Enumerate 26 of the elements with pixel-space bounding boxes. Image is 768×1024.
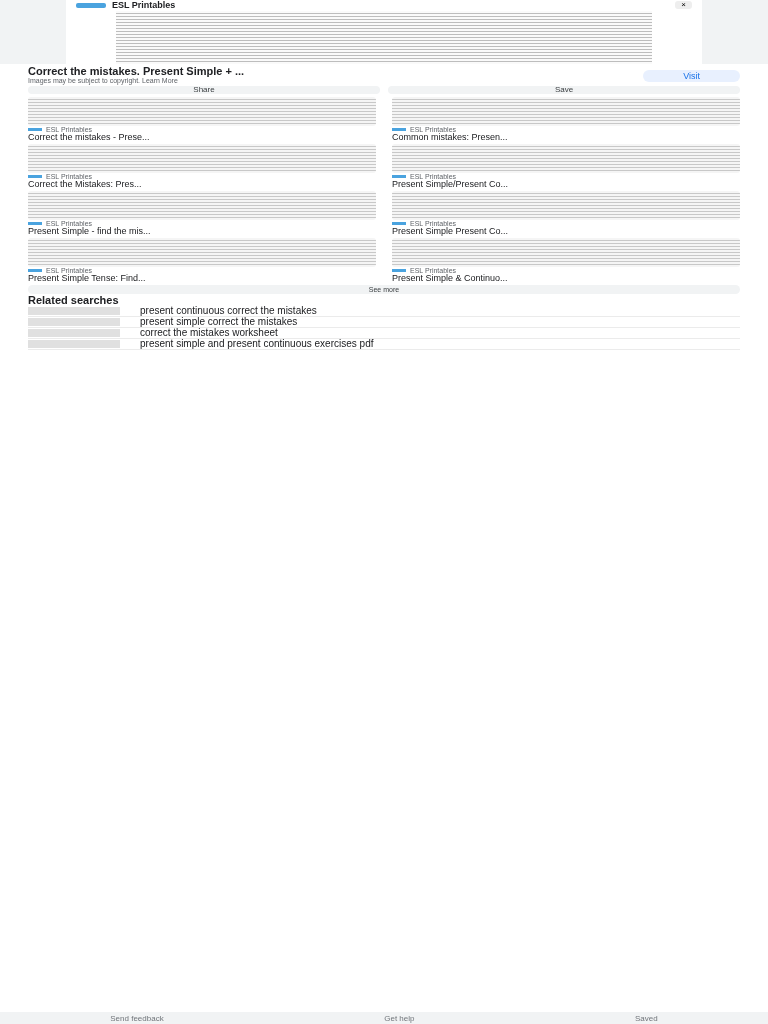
result-title[interactable]: Present Simple Tense: Find... [28,274,376,283]
related-search-item[interactable]: present simple and present continuous exercises pdf [28,339,740,350]
related-search-text: present simple and present continuous exercises pdf [140,339,374,349]
result-title[interactable]: Common mistakes: Presen... [392,133,740,142]
footer-link[interactable]: Saved [635,1013,658,1023]
related-search-item[interactable]: present continuous correct the mistakes [28,306,740,317]
related-search-item[interactable]: correct the mistakes worksheet [28,328,740,339]
result-title[interactable]: Correct the mistakes - Prese... [28,133,376,142]
section-heading: Related searches [28,295,120,306]
related-search-text: present simple correct the mistakes [140,317,298,327]
share-button[interactable]: Share [28,86,380,94]
result-title[interactable]: Present Simple/Present Co... [392,180,740,189]
source-name[interactable]: ESL Printables [112,0,176,10]
footer-link[interactable]: Send feedback [110,1013,164,1023]
related-search-text: present continuous correct the mistakes [140,306,317,316]
result-title[interactable]: Correct the mistakes. Present Simple + ... [28,66,634,77]
result-title[interactable]: Present Simple - find the mis... [28,227,376,236]
result-title[interactable]: Present Simple Present Co... [392,227,740,236]
related-search-item[interactable]: present simple correct the mistakes [28,317,740,328]
save-button[interactable]: Save [388,86,740,94]
visit-button[interactable]: Visit [643,69,740,82]
result-title[interactable]: Correct the Mistakes: Pres... [28,180,376,189]
close-button[interactable]: × [675,1,692,9]
related-search-text: correct the mistakes worksheet [140,328,278,338]
footer-link[interactable]: Get help [384,1013,415,1023]
result-title[interactable]: Present Simple & Continuo... [392,274,740,283]
